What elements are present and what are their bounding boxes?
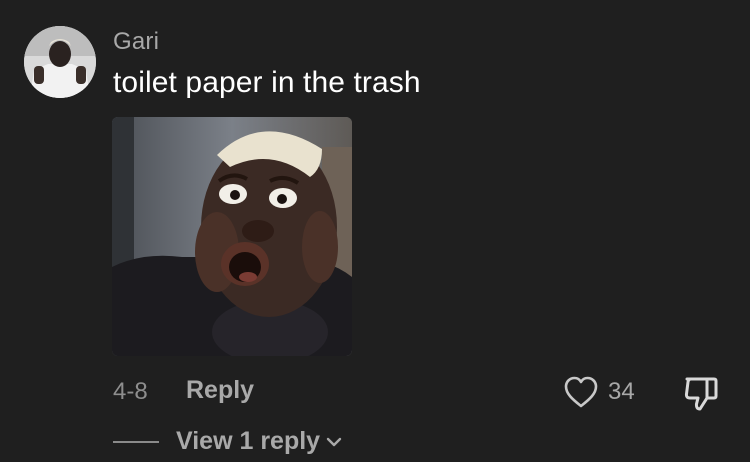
- replies-divider: [113, 441, 159, 443]
- avatar[interactable]: [24, 26, 96, 98]
- view-replies-label[interactable]: View 1 reply: [176, 427, 320, 456]
- comment-date: 4-8: [113, 378, 148, 405]
- like-button[interactable]: 34: [563, 372, 635, 412]
- reply-button[interactable]: Reply: [186, 376, 254, 405]
- comment-username[interactable]: Gari: [113, 28, 159, 56]
- view-replies-button[interactable]: View 1 reply: [176, 427, 342, 456]
- like-count: 34: [608, 378, 635, 405]
- thumbs-down-icon[interactable]: [683, 374, 719, 412]
- chevron-down-icon[interactable]: [326, 436, 342, 448]
- comment-text: toilet paper in the trash: [113, 66, 421, 99]
- comment-sticker-image[interactable]: [112, 117, 352, 356]
- heart-icon[interactable]: [563, 375, 599, 409]
